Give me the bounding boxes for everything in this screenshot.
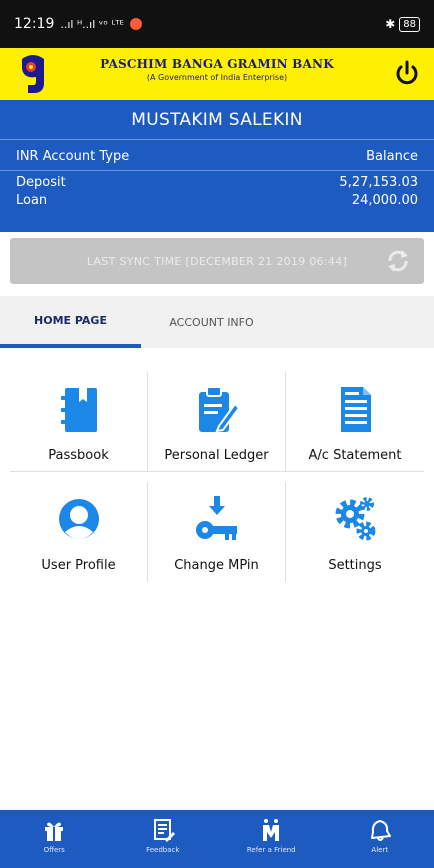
- nav-offers[interactable]: Offers: [4, 818, 104, 854]
- account-row-deposit[interactable]: Deposit 5,27,153.03: [0, 175, 434, 190]
- user-profile-icon: [58, 499, 99, 539]
- nav-label: Offers: [43, 846, 65, 854]
- status-time: 12:19: [14, 16, 55, 32]
- nav-refer-a-friend[interactable]: Refer a Friend: [221, 818, 321, 854]
- menu-tile-user-profile[interactable]: User Profile: [10, 482, 148, 582]
- last-sync-bar[interactable]: LAST SYNC TIME [DECEMBER 21 2019 06:44]: [10, 238, 424, 284]
- recording-dot-icon: [129, 18, 142, 30]
- account-balance: 5,27,153.03: [339, 175, 418, 190]
- passbook-icon: [60, 388, 97, 432]
- account-balance: 24,000.00: [351, 193, 418, 208]
- bank-header: PASCHIM BANGA GRAMIN BANK (A Government …: [0, 48, 434, 100]
- menu-label: A/c Statement: [308, 448, 402, 463]
- tab-home-page[interactable]: HOME PAGE: [0, 296, 141, 348]
- account-table-header: INR Account Type Balance: [0, 149, 434, 171]
- battery-icon: 88: [399, 16, 420, 32]
- menu-label: User Profile: [41, 558, 116, 573]
- bell-icon: [370, 820, 391, 841]
- menu-tile-change-mpin[interactable]: Change MPin: [148, 482, 286, 582]
- menu-tile-ac-statement[interactable]: A/c Statement: [286, 372, 424, 472]
- refer-icon: [263, 819, 280, 841]
- gift-icon: [45, 822, 64, 841]
- menu-grid: Passbook Personal Ledger A/c Statement U…: [10, 372, 424, 582]
- last-sync-text: LAST SYNC TIME [DECEMBER 21 2019 06:44]: [86, 254, 348, 268]
- menu-tile-settings[interactable]: Settings: [286, 482, 424, 582]
- status-bar: 12:19 ..ıl ᴴ..ıl ᵛᵒ ᴸᵀᴱ ✱ 88: [0, 0, 434, 48]
- account-type-header: INR Account Type: [16, 149, 130, 164]
- key-icon: [195, 496, 237, 540]
- refresh-icon[interactable]: [384, 247, 412, 275]
- balance-header: Balance: [366, 149, 418, 164]
- bottom-nav: Offers Feedback Refer a Friend Alert: [0, 810, 434, 868]
- menu-tile-personal-ledger[interactable]: Personal Ledger: [148, 372, 286, 472]
- bank-logo: [18, 53, 48, 95]
- menu-row: User Profile Change MPin Settings: [10, 482, 424, 582]
- account-row-loan[interactable]: Loan 24,000.00: [0, 193, 434, 208]
- nav-alert[interactable]: Alert: [330, 818, 430, 854]
- gears-icon: [335, 497, 376, 541]
- status-left: 12:19 ..ıl ᴴ..ıl ᵛᵒ ᴸᵀᴱ: [14, 16, 142, 32]
- signal-indicators: ..ıl ᴴ..ıl ᵛᵒ ᴸᵀᴱ: [60, 17, 124, 31]
- menu-label: Passbook: [48, 448, 109, 463]
- power-icon[interactable]: [394, 60, 420, 88]
- account-type: Loan: [16, 193, 48, 208]
- nav-label: Alert: [371, 846, 389, 854]
- status-right: ✱ 88: [385, 16, 420, 32]
- nav-label: Refer a Friend: [246, 846, 296, 854]
- tab-account-info[interactable]: ACCOUNT INFO: [141, 296, 282, 348]
- bluetooth-icon: ✱: [385, 17, 396, 31]
- bank-title-block: PASCHIM BANGA GRAMIN BANK (A Government …: [60, 57, 374, 82]
- account-summary-panel: MUSTAKIM SALEKIN INR Account Type Balanc…: [0, 100, 434, 232]
- feedback-icon: [153, 819, 175, 842]
- main-tabs: HOME PAGE ACCOUNT INFO: [0, 296, 434, 348]
- menu-label: Change MPin: [174, 558, 259, 573]
- menu-label: Personal Ledger: [164, 448, 269, 463]
- nav-feedback[interactable]: Feedback: [113, 818, 213, 854]
- bank-name: PASCHIM BANGA GRAMIN BANK: [100, 57, 334, 71]
- account-type: Deposit: [16, 175, 66, 190]
- menu-tile-passbook[interactable]: Passbook: [10, 372, 148, 472]
- statement-icon: [341, 387, 371, 432]
- clipboard-edit-icon: [198, 386, 239, 433]
- nav-label: Feedback: [146, 846, 180, 854]
- menu-label: Settings: [328, 558, 382, 573]
- user-name: MUSTAKIM SALEKIN: [0, 100, 434, 140]
- menu-row: Passbook Personal Ledger A/c Statement: [10, 372, 424, 472]
- bank-subtitle: (A Government of India Enterprise): [146, 73, 288, 82]
